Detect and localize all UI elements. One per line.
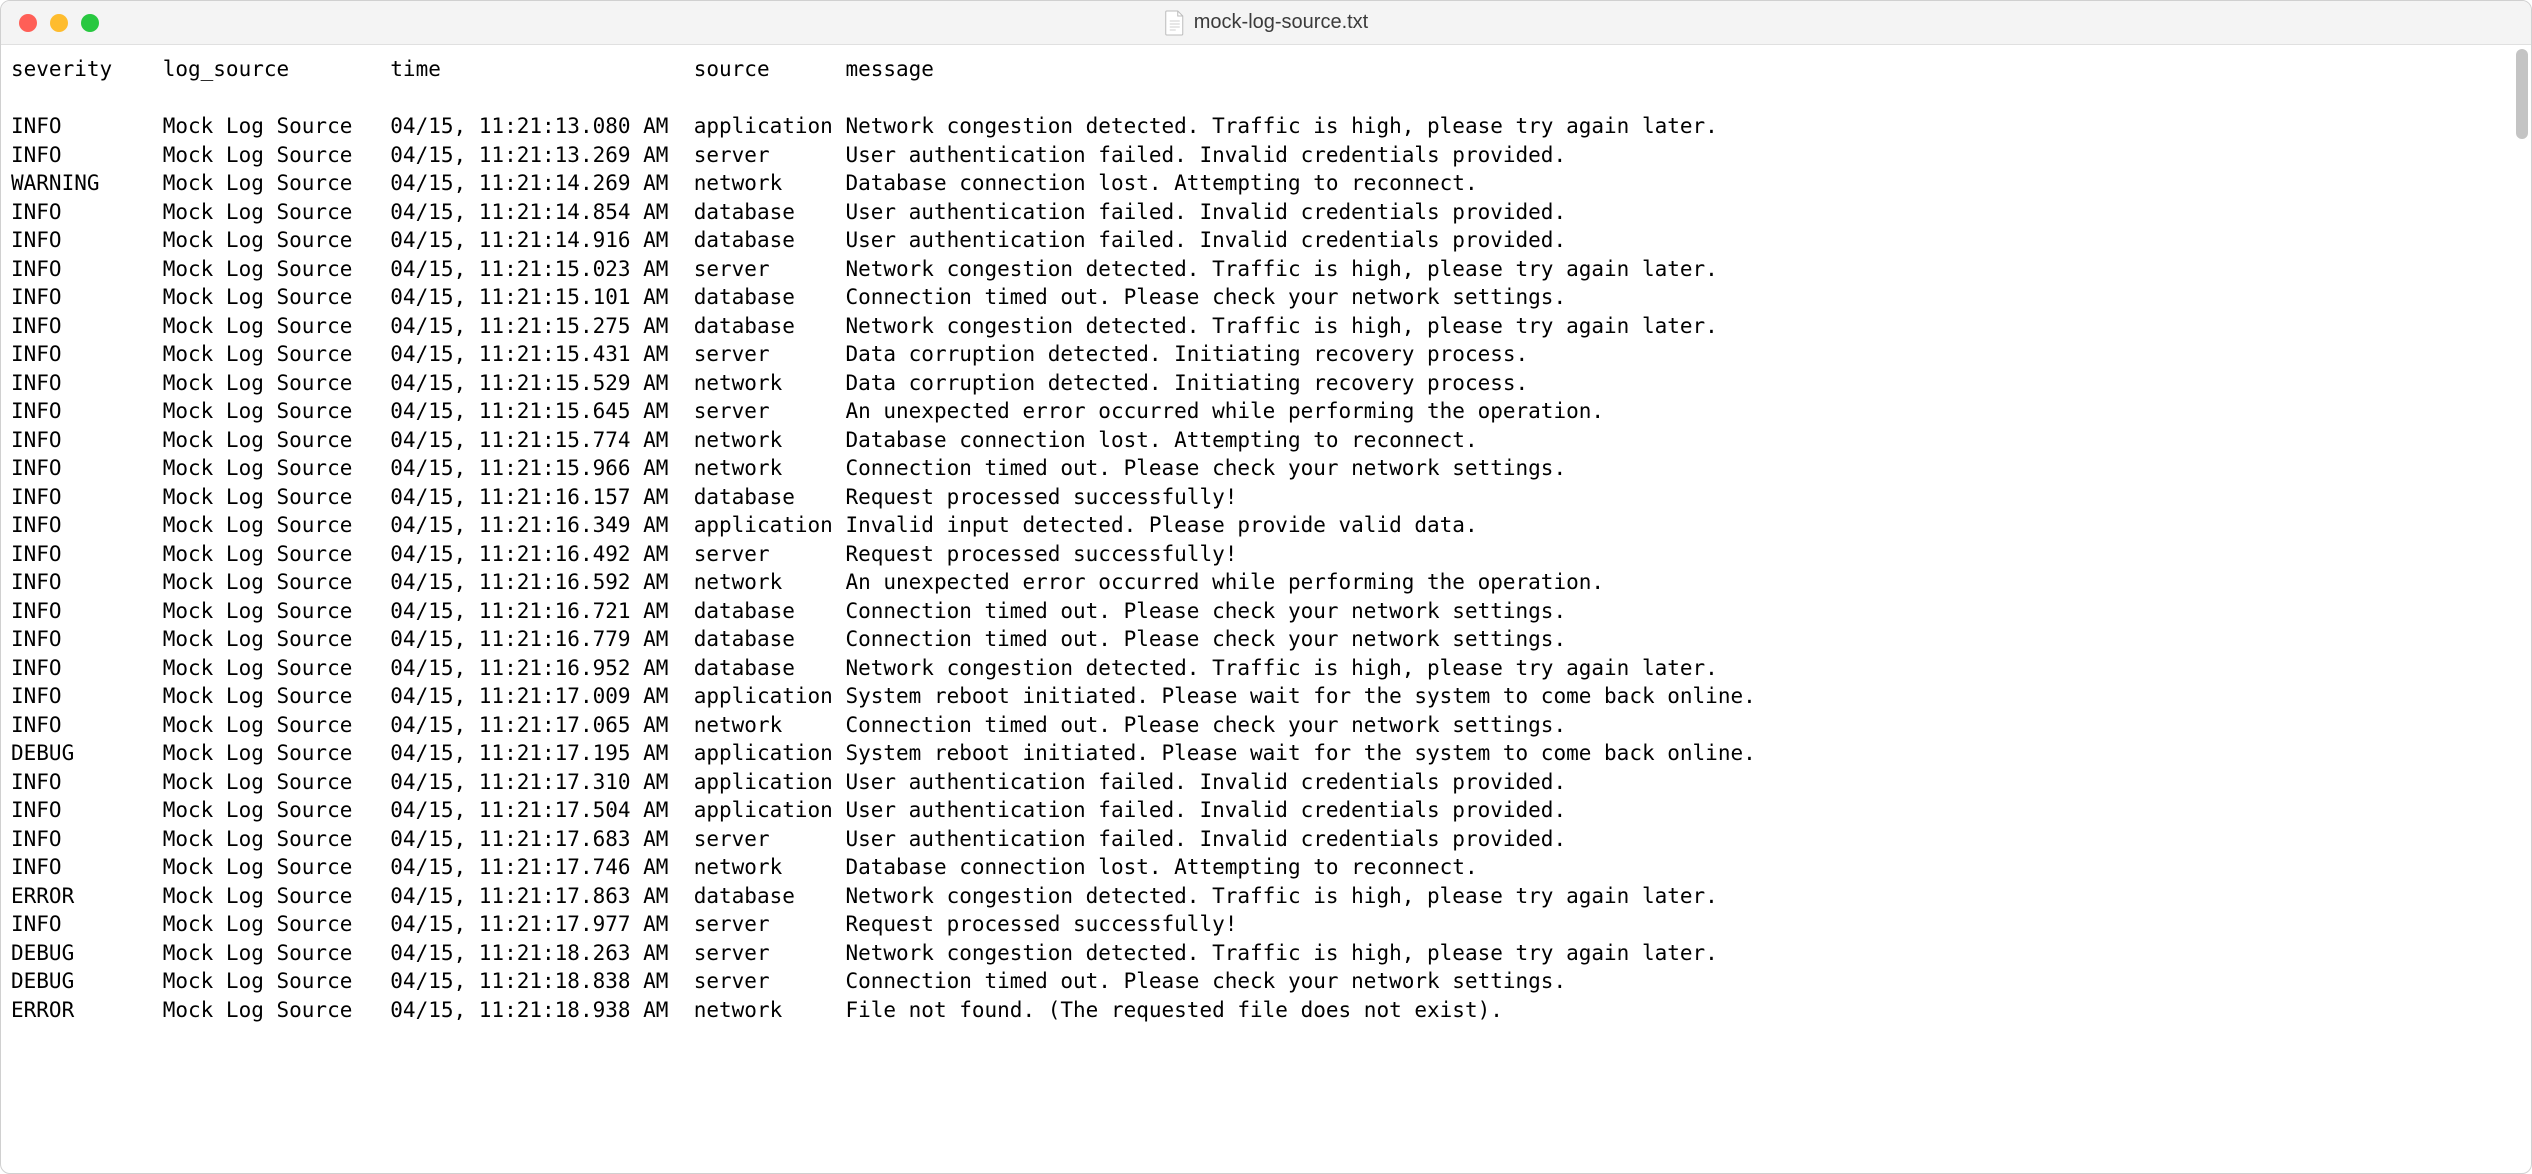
maximize-button[interactable] (81, 14, 99, 32)
log-row: INFO Mock Log Source 04/15, 11:21:17.504… (11, 796, 2511, 825)
log-row: INFO Mock Log Source 04/15, 11:21:14.916… (11, 226, 2511, 255)
log-row: ERROR Mock Log Source 04/15, 11:21:18.93… (11, 996, 2511, 1025)
log-row: INFO Mock Log Source 04/15, 11:21:15.774… (11, 426, 2511, 455)
scrollbar-thumb[interactable] (2516, 49, 2528, 139)
log-row: INFO Mock Log Source 04/15, 11:21:16.721… (11, 597, 2511, 626)
log-row: INFO Mock Log Source 04/15, 11:21:16.157… (11, 483, 2511, 512)
log-row: INFO Mock Log Source 04/15, 11:21:15.023… (11, 255, 2511, 284)
log-row: INFO Mock Log Source 04/15, 11:21:17.310… (11, 768, 2511, 797)
log-row: ERROR Mock Log Source 04/15, 11:21:17.86… (11, 882, 2511, 911)
log-row: INFO Mock Log Source 04/15, 11:21:15.431… (11, 340, 2511, 369)
log-header-row: severity log_source time source message (11, 55, 2511, 84)
log-row: INFO Mock Log Source 04/15, 11:21:15.529… (11, 369, 2511, 398)
log-row: INFO Mock Log Source 04/15, 11:21:16.952… (11, 654, 2511, 683)
content-area: severity log_source time source message I… (1, 45, 2531, 1173)
log-row: INFO Mock Log Source 04/15, 11:21:17.977… (11, 910, 2511, 939)
log-row: INFO Mock Log Source 04/15, 11:21:13.269… (11, 141, 2511, 170)
log-row: INFO Mock Log Source 04/15, 11:21:16.779… (11, 625, 2511, 654)
log-row: INFO Mock Log Source 04/15, 11:21:17.746… (11, 853, 2511, 882)
minimize-button[interactable] (50, 14, 68, 32)
log-row: INFO Mock Log Source 04/15, 11:21:17.009… (11, 682, 2511, 711)
window-title-container: mock-log-source.txt (1164, 10, 1369, 36)
log-row: INFO Mock Log Source 04/15, 11:21:16.349… (11, 511, 2511, 540)
log-row: INFO Mock Log Source 04/15, 11:21:17.683… (11, 825, 2511, 854)
log-row: DEBUG Mock Log Source 04/15, 11:21:17.19… (11, 739, 2511, 768)
log-row: DEBUG Mock Log Source 04/15, 11:21:18.26… (11, 939, 2511, 968)
close-button[interactable] (19, 14, 37, 32)
window-titlebar[interactable]: mock-log-source.txt (1, 1, 2531, 45)
log-row: INFO Mock Log Source 04/15, 11:21:17.065… (11, 711, 2511, 740)
log-row: INFO Mock Log Source 04/15, 11:21:14.854… (11, 198, 2511, 227)
log-row: INFO Mock Log Source 04/15, 11:21:13.080… (11, 112, 2511, 141)
log-row: INFO Mock Log Source 04/15, 11:21:15.101… (11, 283, 2511, 312)
scrollbar-track[interactable] (2511, 45, 2531, 1173)
text-editor-window: mock-log-source.txt severity log_source … (0, 0, 2532, 1174)
log-row: INFO Mock Log Source 04/15, 11:21:16.492… (11, 540, 2511, 569)
window-title: mock-log-source.txt (1194, 11, 1369, 34)
text-content[interactable]: severity log_source time source message I… (1, 45, 2511, 1173)
log-row: INFO Mock Log Source 04/15, 11:21:15.966… (11, 454, 2511, 483)
log-row: INFO Mock Log Source 04/15, 11:21:15.275… (11, 312, 2511, 341)
log-row: INFO Mock Log Source 04/15, 11:21:15.645… (11, 397, 2511, 426)
log-row: WARNING Mock Log Source 04/15, 11:21:14.… (11, 169, 2511, 198)
document-icon (1164, 10, 1186, 36)
log-row: INFO Mock Log Source 04/15, 11:21:16.592… (11, 568, 2511, 597)
log-row: DEBUG Mock Log Source 04/15, 11:21:18.83… (11, 967, 2511, 996)
traffic-lights (1, 14, 99, 32)
